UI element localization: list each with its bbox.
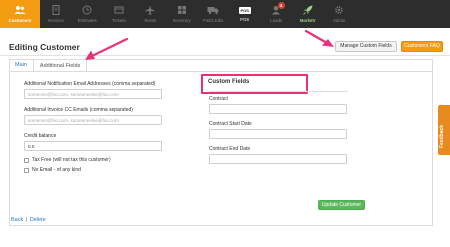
arrow-to-manage-button [304, 29, 334, 47]
annotation-arrows [85, 29, 334, 60]
arrow-to-additional-fields-tab [85, 37, 129, 60]
